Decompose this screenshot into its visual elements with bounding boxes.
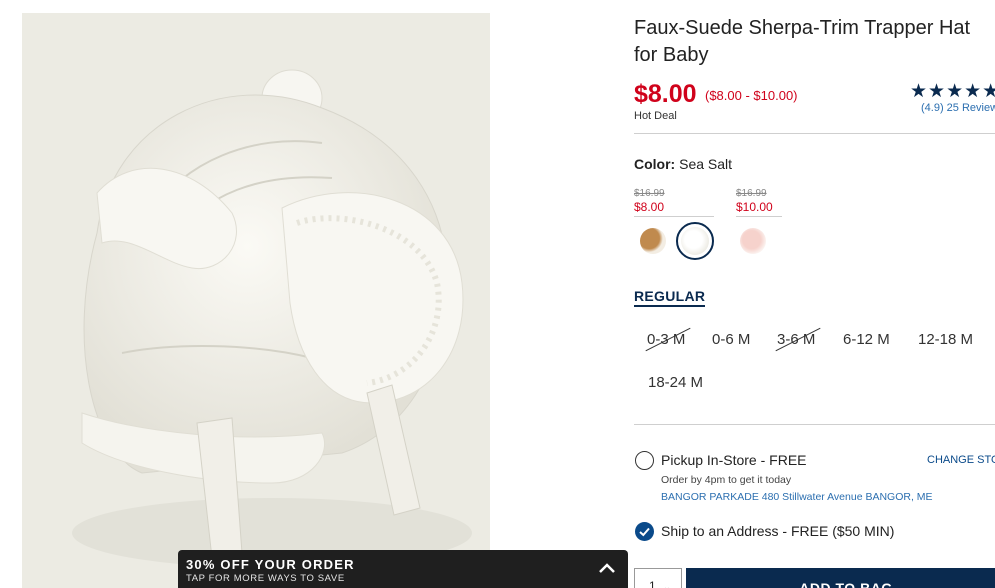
product-title: Faux-Suede Sherpa-Trim Trapper Hat for B… (634, 15, 995, 69)
star-rating-icon[interactable]: ★★★★★ (910, 80, 995, 103)
check-icon (639, 527, 650, 537)
color-swatch-sea-salt-selected[interactable] (676, 222, 714, 260)
swatch-price-group-1: $16.99 $8.00 (634, 188, 714, 217)
color-label: Color: (634, 156, 676, 172)
quantity-select[interactable]: 1 ⌄ (634, 568, 682, 588)
original-price: $16.99 (634, 188, 665, 199)
ship-to-address-label[interactable]: Ship to an Address - FREE ($50 MIN) (661, 523, 894, 539)
tab-regular[interactable]: REGULAR (634, 288, 706, 307)
product-title-line-1: Faux-Suede Sherpa-Trim Trapper Hat (634, 17, 971, 39)
size-option[interactable]: 0-6 M (712, 331, 750, 348)
price-range: ($8.00 - $10.00) (705, 88, 798, 103)
sale-price: $8.00 (634, 200, 714, 217)
current-price: $8.00 (634, 80, 697, 108)
size-option[interactable]: 6-12 M (843, 331, 890, 348)
trapper-hat-photo (22, 13, 490, 588)
chevron-up-icon[interactable] (598, 562, 616, 574)
swatch-price-group-2: $16.99 $10.00 (736, 188, 782, 217)
promo-title: 30% OFF YOUR ORDER (186, 557, 355, 572)
color-selection-label: Color: Sea Salt (634, 156, 732, 172)
size-option-unavailable[interactable]: 0-3 M (647, 331, 685, 348)
divider (634, 133, 995, 134)
product-image[interactable] (22, 13, 490, 588)
promo-banner[interactable]: 30% OFF YOUR ORDER TAP FOR MORE WAYS TO … (178, 550, 628, 588)
hot-deal-label: Hot Deal (634, 110, 677, 122)
order-by-text: Order by 4pm to get it today (661, 474, 792, 486)
product-details: Faux-Suede Sherpa-Trim Trapper Hat for B… (634, 0, 995, 588)
pickup-label[interactable]: Pickup In-Store - FREE (661, 452, 807, 468)
color-swatch-pink[interactable] (740, 228, 766, 254)
size-option-unavailable[interactable]: 3-6 M (777, 331, 815, 348)
change-store-link[interactable]: CHANGE STORE (927, 454, 995, 466)
size-option[interactable]: 12-18 M (918, 331, 973, 348)
reviews-link[interactable]: (4.9) 25 Reviews (921, 102, 995, 114)
divider (634, 424, 995, 425)
product-title-line-2: for Baby (634, 44, 709, 66)
sale-price: $10.00 (736, 200, 782, 217)
original-price: $16.99 (736, 188, 767, 199)
pickup-radio[interactable] (635, 451, 654, 470)
ship-radio-checked[interactable] (635, 522, 654, 541)
quantity-value: 1 (649, 579, 656, 588)
selected-color-name: Sea Salt (679, 156, 733, 172)
chevron-down-icon: ⌄ (663, 582, 671, 588)
add-to-bag-button[interactable]: ADD TO BAG (686, 568, 995, 588)
promo-subtitle: TAP FOR MORE WAYS TO SAVE (186, 573, 345, 584)
store-address-link[interactable]: BANGOR PARKADE 480 Stillwater Avenue BAN… (661, 491, 933, 503)
color-swatch-tan[interactable] (640, 228, 666, 254)
size-option[interactable]: 18-24 M (648, 374, 703, 391)
